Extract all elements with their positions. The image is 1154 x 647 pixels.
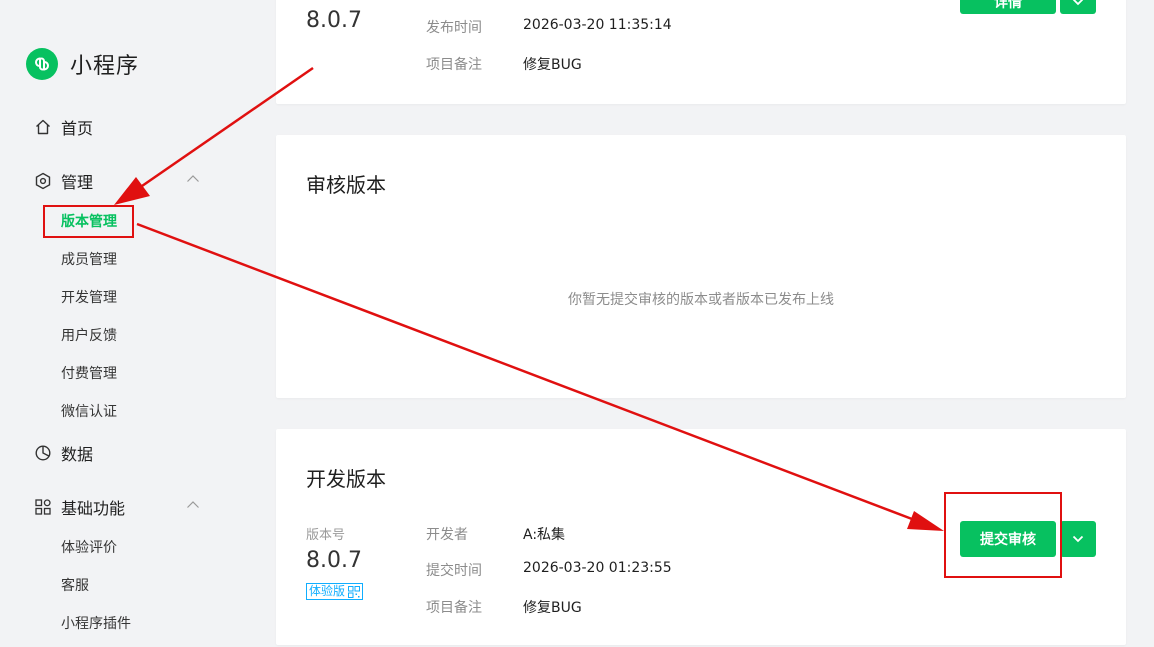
online-version-card: 8.0.7 发布时间 2026-03-20 11:35:14 项目备注 修复BU… — [276, 0, 1126, 104]
home-icon — [34, 118, 52, 136]
sidebar-item-customer-service[interactable]: 客服 — [61, 575, 89, 595]
sidebar-item-plugins[interactable]: 小程序插件 — [61, 613, 131, 633]
brand[interactable]: 小程序 — [26, 47, 139, 81]
sidebar-item-basic-features[interactable]: 基础功能 — [34, 495, 125, 519]
developer-label: 开发者 — [426, 527, 468, 543]
remark-value: 修复BUG — [523, 600, 582, 616]
sidebar-item-dev-manage[interactable]: 开发管理 — [61, 287, 117, 307]
hexagon-settings-icon — [34, 172, 52, 190]
detail-button[interactable]: 详情 — [960, 0, 1056, 14]
submit-time-value: 2026-03-20 01:23:55 — [523, 560, 672, 576]
sidebar-item-label: 首页 — [61, 119, 94, 138]
card-title: 开发版本 — [306, 467, 386, 491]
remark-value: 修复BUG — [523, 57, 582, 73]
publish-time-label: 发布时间 — [426, 20, 482, 36]
highlight-box-submit-review — [944, 492, 1062, 578]
chevron-up-icon[interactable] — [186, 172, 200, 186]
chevron-down-icon — [1072, 0, 1084, 6]
more-dropdown-button[interactable] — [1060, 0, 1096, 14]
sidebar-item-wechat-verify[interactable]: 微信认证 — [61, 401, 117, 421]
brand-name: 小程序 — [70, 54, 140, 79]
sidebar-item-member-manage[interactable]: 成员管理 — [61, 249, 117, 269]
submit-time-label: 提交时间 — [426, 563, 482, 579]
version-number: 8.0.7 — [306, 8, 362, 33]
mini-program-logo-icon — [26, 48, 58, 80]
card-title: 审核版本 — [306, 173, 386, 197]
developer-value: A:私集 — [523, 527, 566, 543]
sidebar-item-label: 基础功能 — [61, 499, 126, 518]
sidebar-item-home[interactable]: 首页 — [34, 115, 93, 139]
sidebar-item-label: 管理 — [61, 173, 94, 192]
sidebar-item-data[interactable]: 数据 — [34, 441, 93, 465]
highlight-box-version-manage — [43, 205, 134, 238]
publish-time-value: 2026-03-20 11:35:14 — [523, 17, 672, 33]
version-label: 版本号 — [306, 528, 346, 543]
sidebar-item-experience-review[interactable]: 体验评价 — [61, 537, 117, 557]
sidebar-item-label: 数据 — [61, 445, 94, 464]
chevron-up-icon[interactable] — [186, 498, 200, 512]
sidebar-item-manage[interactable]: 管理 — [34, 169, 93, 193]
empty-state-text: 你暂无提交审核的版本或者版本已发布上线 — [568, 292, 834, 308]
version-number: 8.0.7 — [306, 548, 362, 573]
chevron-down-icon — [1072, 535, 1084, 543]
sidebar: 小程序 首页 管理 版本管理 成员管理 开发管理 用户反馈 付费管理 微信认证 … — [0, 0, 256, 647]
trial-version-badge[interactable]: 体验版 — [306, 583, 364, 600]
badge-label: 体验版 — [309, 584, 346, 598]
sidebar-item-user-feedback[interactable]: 用户反馈 — [61, 325, 117, 345]
grid-icon — [34, 498, 52, 516]
remark-label: 项目备注 — [426, 57, 482, 73]
more-dropdown-button[interactable] — [1060, 521, 1096, 557]
remark-label: 项目备注 — [426, 600, 482, 616]
sidebar-item-payment-manage[interactable]: 付费管理 — [61, 363, 117, 383]
qrcode-icon — [348, 585, 361, 598]
pie-chart-icon — [34, 444, 52, 462]
review-version-card: 审核版本 你暂无提交审核的版本或者版本已发布上线 — [276, 135, 1126, 398]
